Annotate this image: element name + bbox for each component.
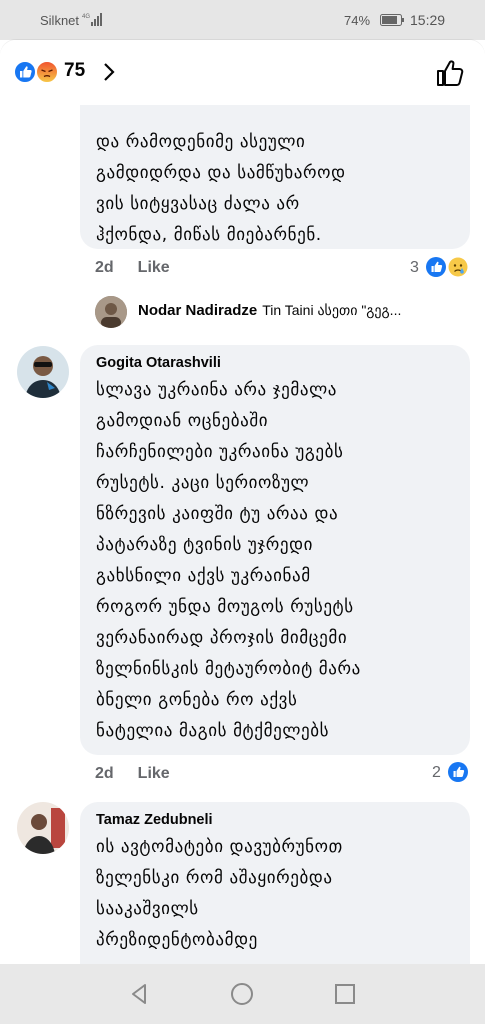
thumbs-up-icon[interactable] [434,57,466,89]
comment-author[interactable]: Gogita Otarashvili [96,355,454,371]
reply-avatar[interactable] [95,296,127,328]
comment-line: სააკაშვილს [96,899,199,919]
comment-line: ნზრევის კაიფში ტუ არაა და [96,504,339,524]
battery-icon [380,14,404,26]
reply-preview[interactable]: Nodar Nadiradze Tin Taini ასეთი "გეგ... [138,302,478,319]
clock: 15:29 [410,12,446,28]
comment-text: ის ავტომატები დავუბრუნოთ ზელენსკი რომ აშ… [96,832,454,956]
like-icon[interactable] [14,61,36,83]
comments-list: და რამოდენიმე ასეული გამდიდრდა და სამწუხ… [0,40,485,964]
comment-meta: 2d Like [95,765,170,783]
comments-sheet: და რამოდენიმე ასეული გამდიდრდა და სამწუხ… [0,40,485,964]
comment-line: გამდიდრდა და სამწუხაროდ [96,163,346,183]
reactions-header: 75 [0,40,485,105]
comment-line: როგორ უნდა მოუგოს რუსეტს [96,597,354,617]
comment-time[interactable]: 2d [95,765,114,782]
comment-line: გამოდიან ოცნებაში [96,411,269,431]
recent-apps-icon[interactable] [333,982,357,1006]
author-avatar[interactable] [17,802,69,854]
reply-author[interactable]: Nodar Nadiradze [138,302,257,319]
reply-text: Tin Taini ასეთი "გეგ... [262,302,402,318]
comment-bubble[interactable]: Gogita Otarashvili სლავა უკრაინა არა ჯემ… [80,345,470,755]
comment-line: ზელენსკი რომ აშაყირებდა [96,868,333,888]
comment-line: გახსნილი აქვს უკრაინამ [96,566,311,586]
svg-text:4G: 4G [82,14,90,20]
back-icon[interactable] [128,982,152,1006]
navigation-bar [0,964,485,1024]
avatar-image [17,802,69,854]
comment-author[interactable]: Tamaz Zedubneli [96,812,454,828]
comment-line: ვის სიტყვასაც ძალა არ [96,194,300,214]
comment-line: ნატელია მაგის მტქმელებს [96,721,330,741]
comment-text: სლავა უკრაინა არა ჯემალა გამოდიან ოცნება… [96,375,454,747]
carrier-name: Silknet [40,13,80,28]
chevron-right-icon[interactable] [100,60,118,84]
reaction-total[interactable]: 75 [64,60,85,82]
like-button[interactable]: Like [138,259,170,276]
avatar-image [95,296,127,328]
like-button[interactable]: Like [138,765,170,782]
comment-line: ჩარჩენილები უკრაინა უგებს [96,442,344,462]
home-icon[interactable] [230,982,254,1006]
reaction-count[interactable]: 2 [432,764,441,782]
like-icon [426,257,446,277]
like-icon [448,762,468,782]
sad-icon [448,257,468,277]
comment-line: ბნელი გონება რო აქვს [96,690,298,710]
comment-line: ზელნინსკის მეტაურობიტ მარა [96,659,361,679]
comment-line: პატარაზე ტვინის უჯრედი [96,535,314,555]
signal-icon: 4G [82,13,102,26]
reaction-count[interactable]: 3 [410,259,419,277]
comment-time[interactable]: 2d [95,259,114,276]
comment-meta: 2d Like [95,259,170,277]
comment-line: რუსეტს. კაცი სერიოზულ [96,473,310,493]
avatar-image [17,346,69,398]
status-bar: Silknet 4G 74% 15:29 [0,0,485,40]
comment-bubble[interactable]: Tamaz Zedubneli ის ავტომატები დავუბრუნოთ… [80,802,470,964]
comment-line: ვერანაირად პროჯის მიმცემი [96,628,348,648]
battery-percent: 74% [344,13,371,28]
comment-line: ის ავტომატები დავუბრუნოთ [96,837,343,857]
comment-line: და რამოდენიმე ასეული [96,132,306,152]
comment-text: და რამოდენიმე ასეული გამდიდრდა და სამწუხ… [96,127,454,251]
comment-line: ჰქონდა, მიწას მიებარნენ. [96,225,322,245]
comment-line: სლავა უკრაინა არა ჯემალა [96,380,337,400]
angry-icon[interactable] [36,61,58,83]
author-avatar[interactable] [17,346,69,398]
comment-line: პრეზიდენტობამდე [96,930,258,950]
